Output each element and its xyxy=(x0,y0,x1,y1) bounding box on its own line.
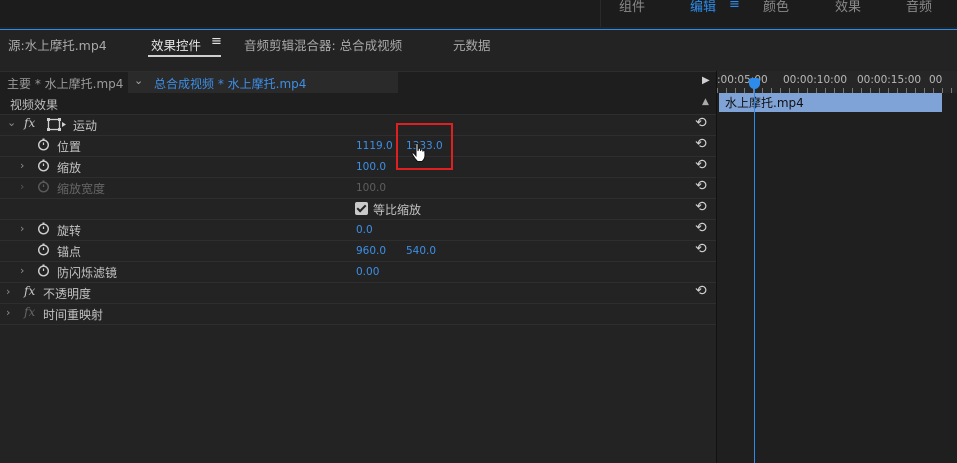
anchor-label: 锚点 xyxy=(57,245,82,259)
property-row-anti-flicker[interactable]: › 防闪烁滤镜 0.00 xyxy=(0,261,716,283)
ruler-tick: 00 xyxy=(929,74,943,86)
reset-icon[interactable]: ⟲ xyxy=(695,157,707,173)
reset-icon[interactable]: ⟲ xyxy=(695,199,707,215)
workspace-tab-color[interactable]: 颜色 xyxy=(763,0,789,15)
expand-chevron-icon[interactable]: ⌄ xyxy=(7,116,16,129)
panel-focus-line xyxy=(0,29,957,30)
tab-metadata[interactable]: 元数据 xyxy=(453,35,491,54)
position-x-value[interactable]: 1119.0 xyxy=(356,140,393,152)
collapse-up-icon[interactable]: ▲ xyxy=(702,97,709,107)
workspace-divider xyxy=(600,0,601,27)
tab-audio-clip-mixer[interactable]: 音频剪辑混合器: 总合成视频 xyxy=(244,35,402,54)
reset-icon[interactable]: ⟲ xyxy=(695,241,707,257)
playhead-line[interactable] xyxy=(754,80,755,463)
property-row-position[interactable]: 位置 1119.0 1333.0 ⟲ xyxy=(0,135,716,157)
panel-divider xyxy=(716,71,717,463)
scale-width-label: 缩放宽度 xyxy=(57,182,106,196)
anchor-x-value[interactable]: 960.0 xyxy=(356,245,386,257)
anchor-y-value[interactable]: 540.0 xyxy=(406,245,436,257)
hand-cursor-icon xyxy=(411,142,427,166)
expand-right-icon: › xyxy=(20,180,25,193)
ruler-tick: 00:00:15:00 xyxy=(857,74,922,86)
expand-right-icon[interactable]: › xyxy=(6,285,10,298)
scale-width-value: 100.0 xyxy=(356,182,387,194)
stopwatch-icon[interactable] xyxy=(37,264,50,280)
effect-row-opacity[interactable]: › fx 不透明度 ⟲ xyxy=(0,282,716,304)
property-row-rotation[interactable]: › 旋转 0.0 ⟲ xyxy=(0,219,716,241)
sequence-bar: 主要 * 水上摩托.mp4 ⌄ 总合成视频 * 水上摩托.mp4 ▶ xyxy=(0,71,716,94)
tab-effect-controls[interactable]: 效果控件 xyxy=(151,35,201,54)
clip-name: 水上摩托.mp4 xyxy=(725,96,804,110)
workspace-tab-editing[interactable]: 编辑 xyxy=(690,0,716,15)
rotation-value[interactable]: 0.0 xyxy=(356,224,373,236)
property-row-scale-width: › 缩放宽度 100.0 ⟲ xyxy=(0,177,716,199)
tab-source[interactable]: 源:水上摩托.mp4 xyxy=(8,35,107,54)
expand-right-icon[interactable]: › xyxy=(20,264,24,277)
mini-timeline[interactable] xyxy=(717,93,957,463)
expand-right-icon[interactable]: › xyxy=(6,306,10,319)
property-row-uniform-scale[interactable]: 等比缩放 ⟲ xyxy=(0,198,716,220)
chevron-down-icon: ⌄ xyxy=(134,74,144,87)
active-tab-underline xyxy=(148,55,221,57)
stopwatch-icon xyxy=(37,180,50,196)
scale-value[interactable]: 100.0 xyxy=(356,161,386,173)
time-remap-label: 时间重映射 xyxy=(43,308,104,322)
property-row-anchor[interactable]: 锚点 960.0 540.0 ⟲ xyxy=(0,240,716,262)
play-triangle-icon[interactable]: ▶ xyxy=(702,75,710,86)
rotation-label: 旋转 xyxy=(57,224,82,238)
playhead-handle[interactable] xyxy=(749,78,760,89)
workspace-bar: 组件 编辑 ≡ 颜色 效果 音频 xyxy=(0,0,957,27)
fx-icon: fx xyxy=(24,305,36,319)
ruler-tick: :00:05:00 xyxy=(717,74,768,86)
position-label: 位置 xyxy=(57,140,82,154)
workspace-tab-audio[interactable]: 音频 xyxy=(906,0,932,15)
timeline-clip[interactable]: 水上摩托.mp4 xyxy=(719,93,942,112)
workspace-tab-assembly[interactable]: 组件 xyxy=(619,0,645,15)
stopwatch-icon[interactable] xyxy=(37,159,50,175)
expand-right-icon[interactable]: › xyxy=(20,159,24,172)
panel-menu-icon[interactable]: ≡ xyxy=(211,34,222,49)
fx-icon[interactable]: fx xyxy=(24,116,35,130)
ruler-tick: 00:00:10:00 xyxy=(783,74,848,86)
workspace-tab-effects[interactable]: 效果 xyxy=(835,0,861,15)
reset-icon[interactable]: ⟲ xyxy=(695,136,707,152)
stopwatch-icon[interactable] xyxy=(37,138,50,154)
uniform-scale-checkbox[interactable] xyxy=(355,202,368,215)
scale-label: 缩放 xyxy=(57,161,82,175)
expand-right-icon[interactable]: › xyxy=(20,222,24,235)
fx-icon[interactable]: fx xyxy=(24,284,35,298)
opacity-label: 不透明度 xyxy=(43,287,92,301)
video-effects-label: 视频效果 xyxy=(10,98,59,112)
workspace-menu-icon[interactable]: ≡ xyxy=(729,0,740,12)
reset-icon[interactable]: ⟲ xyxy=(695,283,707,299)
stopwatch-icon[interactable] xyxy=(37,243,50,259)
reset-icon[interactable]: ⟲ xyxy=(695,115,707,131)
anti-flicker-value[interactable]: 0.00 xyxy=(356,266,379,278)
sequence-clip-label: 总合成视频 * 水上摩托.mp4 xyxy=(154,77,307,91)
transform-box-icon[interactable] xyxy=(47,118,67,134)
video-effects-header: 视频效果 ▲ xyxy=(0,93,716,115)
effect-row-time-remap[interactable]: › fx 时间重映射 xyxy=(0,303,716,325)
sequence-dropdown[interactable]: ⌄ 总合成视频 * 水上摩托.mp4 xyxy=(128,72,398,93)
motion-label: 运动 xyxy=(73,119,98,133)
reset-icon[interactable]: ⟲ xyxy=(695,220,707,236)
reset-icon[interactable]: ⟲ xyxy=(695,178,707,194)
property-row-scale[interactable]: › 缩放 100.0 ⟲ xyxy=(0,156,716,178)
stopwatch-icon[interactable] xyxy=(37,222,50,238)
master-clip-label[interactable]: 主要 * 水上摩托.mp4 xyxy=(7,75,123,92)
effect-row-motion[interactable]: ⌄ fx 运动 ⟲ xyxy=(0,114,716,136)
uniform-scale-label: 等比缩放 xyxy=(373,203,422,217)
anti-flicker-label: 防闪烁滤镜 xyxy=(57,266,118,280)
